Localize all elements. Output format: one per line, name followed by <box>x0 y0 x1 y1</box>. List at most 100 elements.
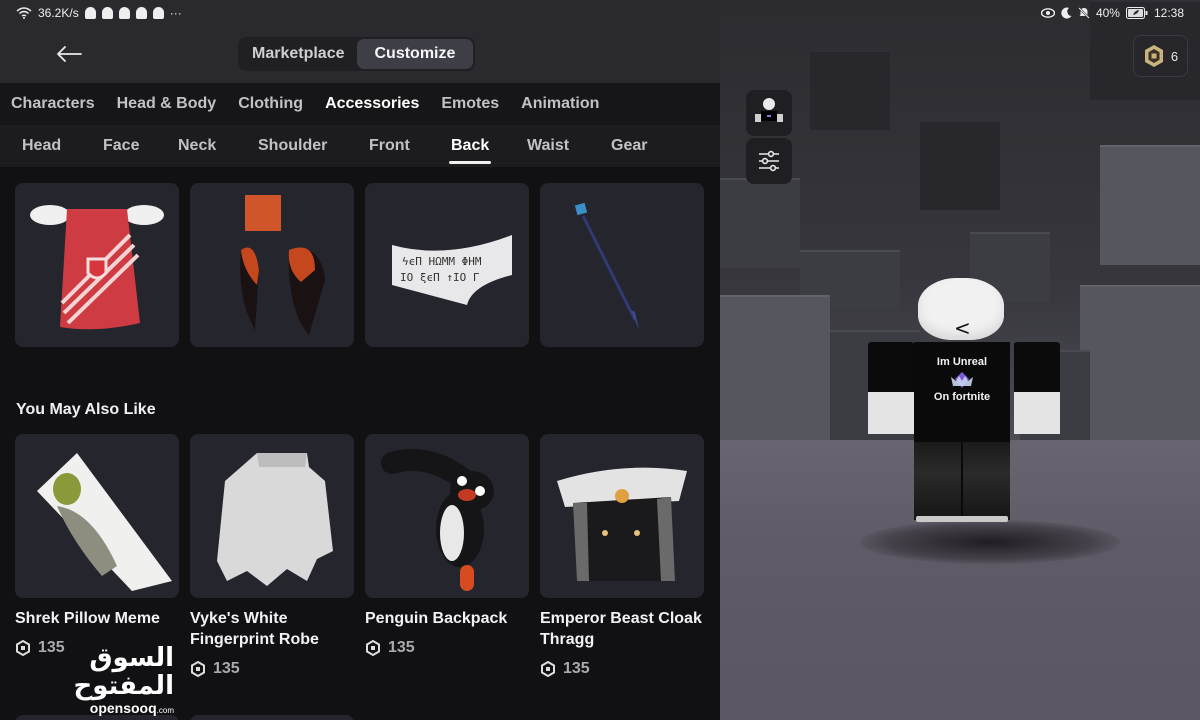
item-thumbnail[interactable] <box>15 434 179 598</box>
subtab-shoulder[interactable]: Shoulder <box>258 125 327 167</box>
item-name: Vyke's White Fingerprint Robe <box>190 610 319 648</box>
owned-item-tile[interactable] <box>190 183 354 347</box>
top-header: Marketplace Customize <box>0 26 720 83</box>
do-not-disturb-moon-icon <box>1061 7 1072 19</box>
avatar-right-arm <box>1014 342 1060 434</box>
category-tab-animation[interactable]: Animation <box>521 95 599 113</box>
red-winged-cape-thumbnail <box>30 205 164 330</box>
item-name: Penguin Backpack <box>365 610 508 627</box>
scene-block <box>1080 285 1200 445</box>
subtab-front[interactable]: Front <box>369 125 410 167</box>
item-price-value: 135 <box>563 660 590 677</box>
category-tabs: Characters Head & Body Clothing Accessor… <box>0 83 720 125</box>
snapchat-icon <box>118 7 130 19</box>
avatar-pants <box>914 442 1010 520</box>
shirt-text-line1: Im Unreal <box>936 356 988 368</box>
watermark-arabic: السوق المفتوح <box>73 643 174 701</box>
item-price: 135 <box>540 660 704 678</box>
mode-switcher: Marketplace Customize <box>238 37 476 71</box>
blue-spear-thumbnail <box>574 202 639 330</box>
adjust-settings-button[interactable] <box>746 138 792 184</box>
unreal-rank-icon <box>951 372 973 388</box>
avatar-model[interactable]: Im Unreal On fortnite < <box>868 278 1062 524</box>
owned-item-tile[interactable] <box>15 183 179 347</box>
item-price-value: 135 <box>213 660 240 677</box>
bell-muted-icon <box>1078 7 1090 19</box>
wolf-cloak-thumbnail <box>557 467 687 581</box>
avatar-shirt: Im Unreal On fortnite <box>914 342 1010 442</box>
robux-icon <box>1144 45 1163 67</box>
watermark-suffix: .com <box>156 706 174 715</box>
scene-block <box>720 295 830 455</box>
category-tab-accessories[interactable]: Accessories <box>325 95 419 113</box>
more-notifications-icon: ··· <box>169 6 182 20</box>
robux-icon <box>541 661 555 677</box>
avatar-face: < <box>954 316 971 340</box>
accessory-subtabs: Head Face Neck Shoulder Front Back Waist… <box>0 125 720 167</box>
tab-customize[interactable]: Customize <box>356 39 474 69</box>
category-tab-emotes[interactable]: Emotes <box>441 95 499 113</box>
network-speed: 36.2K/s <box>38 6 79 20</box>
svg-text:IO ξϵΠ ↑IO Γ: IO ξϵΠ ↑IO Γ <box>400 271 480 284</box>
snapchat-icon <box>152 7 164 19</box>
white-robe-thumbnail <box>217 453 333 586</box>
avatar-shoes <box>916 516 1008 522</box>
item-thumbnail[interactable] <box>365 434 529 598</box>
snapchat-icon <box>84 7 96 19</box>
item-price: 135 <box>365 639 529 657</box>
watermark-brand: opensooq <box>89 700 157 716</box>
battery-percent: 40% <box>1095 6 1120 20</box>
item-thumbnail[interactable] <box>190 434 354 598</box>
sliders-icon <box>759 150 779 172</box>
catalog-panel: Characters Head & Body Clothing Accessor… <box>0 83 720 720</box>
item-price: 135 <box>190 660 354 678</box>
subtab-face[interactable]: Face <box>103 125 139 167</box>
robux-icon <box>366 640 380 656</box>
clock: 12:38 <box>1153 6 1184 20</box>
subtab-neck[interactable]: Neck <box>178 125 216 167</box>
item-thumbnail[interactable] <box>540 434 704 598</box>
shrek-pillow-thumbnail <box>37 453 172 591</box>
status-bar: 36.2K/s ··· 40% 12:38 <box>0 0 1200 26</box>
shirt-text-line2: On fortnite <box>933 391 991 403</box>
recommended-item[interactable]: Shrek Pillow Meme 135 <box>15 434 179 678</box>
back-button[interactable] <box>54 40 84 68</box>
eye-icon <box>1040 8 1055 18</box>
category-tab-head-body[interactable]: Head & Body <box>117 95 217 113</box>
battery-saver-icon <box>1125 7 1148 19</box>
subtab-gear[interactable]: Gear <box>611 125 647 167</box>
subtab-back[interactable]: Back <box>448 125 492 167</box>
subtab-waist[interactable]: Waist <box>527 125 569 167</box>
scene-block <box>720 178 800 268</box>
robux-balance-button[interactable]: 6 <box>1133 35 1188 77</box>
penguin-backpack-thumbnail <box>381 449 494 591</box>
owned-item-tile[interactable] <box>540 183 704 347</box>
avatar-thumbnail-icon <box>755 98 783 122</box>
scene-block <box>1100 145 1200 265</box>
opensooq-watermark: السوق المفتوح opensooq.com <box>22 644 174 716</box>
app-root: Im Unreal On fortnite < 6 36.2K/s ··· 40… <box>0 0 1200 720</box>
avatar-shadow <box>860 520 1120 564</box>
avatar-left-arm <box>868 342 914 434</box>
next-row-tile[interactable] <box>190 715 354 720</box>
scene-block <box>920 120 1000 210</box>
item-price-value: 135 <box>388 639 415 656</box>
wifi-icon <box>16 7 32 19</box>
category-tab-clothing[interactable]: Clothing <box>238 95 303 113</box>
recommended-item[interactable]: Emperor Beast Cloak Thragg 135 <box>540 434 704 678</box>
subtab-head[interactable]: Head <box>22 125 61 167</box>
svg-text:ϟϵΠ ΗΩΜΜ ΦΗΜ: ϟϵΠ ΗΩΜΜ ΦΗΜ <box>402 255 482 268</box>
recommendations-grid: Shrek Pillow Meme 135 Vyke's White Finge… <box>15 434 704 678</box>
watermark-latin: opensooq.com <box>22 700 174 716</box>
owned-item-tile[interactable]: ϟϵΠ ΗΩΜΜ ΦΗΜ IO ξϵΠ ↑IO Γ <box>365 183 529 347</box>
avatar-thumbnail-button[interactable] <box>746 90 792 136</box>
robux-icon <box>191 661 205 677</box>
scene-block <box>810 50 890 130</box>
category-tab-characters[interactable]: Characters <box>11 95 95 113</box>
snapchat-icon <box>135 7 147 19</box>
tab-marketplace[interactable]: Marketplace <box>240 39 357 69</box>
recommended-item[interactable]: Vyke's White Fingerprint Robe 135 <box>190 434 354 678</box>
rune-scroll-banner-thumbnail: ϟϵΠ ΗΩΜΜ ΦΗΜ IO ξϵΠ ↑IO Γ <box>392 235 512 305</box>
owned-items-grid: ϟϵΠ ΗΩΜΜ ΦΗΜ IO ξϵΠ ↑IO Γ <box>15 183 704 347</box>
recommended-item[interactable]: Penguin Backpack 135 <box>365 434 529 678</box>
